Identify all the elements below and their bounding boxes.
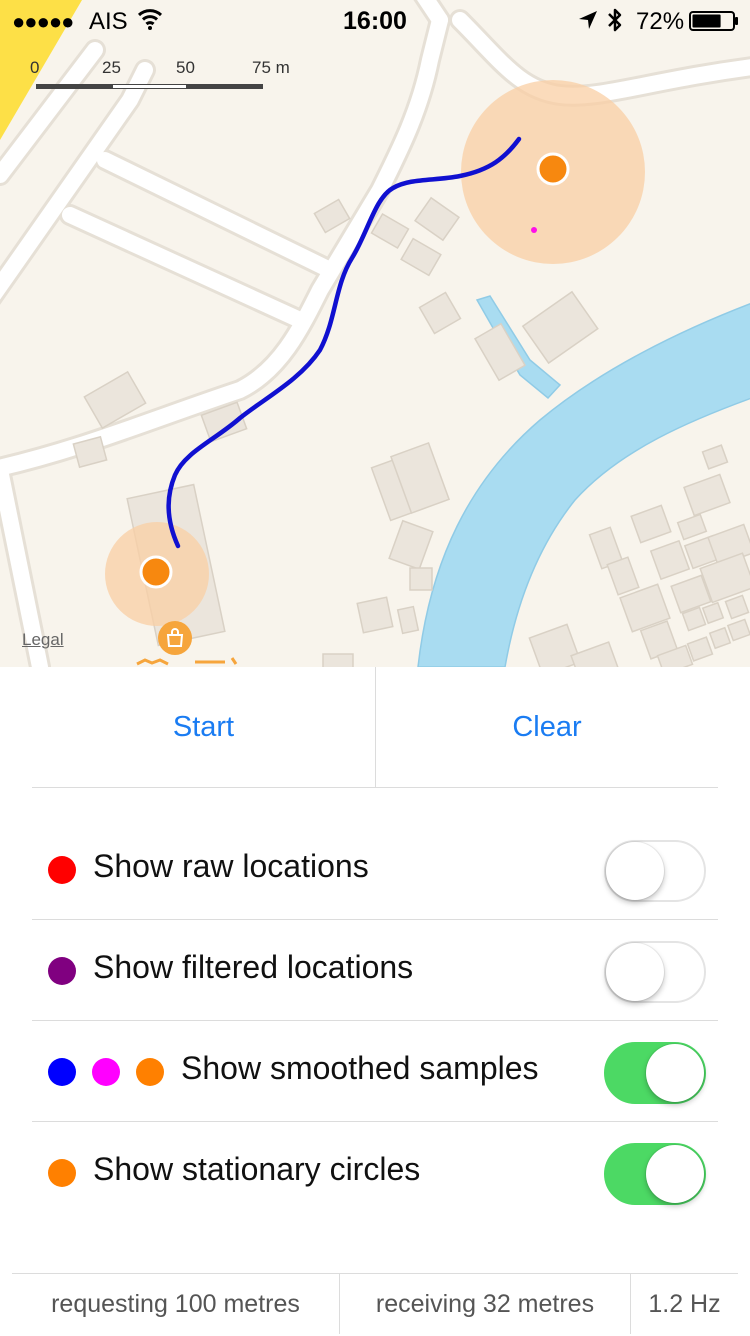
receiving-accuracy: receiving 32 metres xyxy=(375,1290,595,1318)
stationary-circles-toggle[interactable] xyxy=(604,1143,706,1205)
option-smoothed-samples: Show smoothed samples xyxy=(0,1022,750,1122)
divider xyxy=(32,919,718,920)
option-label: Show raw locations xyxy=(93,848,369,884)
location-arrow-icon xyxy=(579,11,597,29)
option-label: Show stationary circles xyxy=(93,1151,421,1187)
toggle-knob xyxy=(646,1044,704,1102)
sample-marker xyxy=(536,152,570,186)
status-bar: ●●●●● AIS 16:00 72% xyxy=(0,0,750,40)
map-background xyxy=(0,0,750,667)
clear-button[interactable]: Clear xyxy=(376,667,718,787)
divider xyxy=(32,787,718,788)
option-raw-locations: Show raw locations xyxy=(0,820,750,920)
map-view[interactable]: ●●●●● AIS 16:00 72% 0 25 50 75 m Legal xyxy=(0,0,750,667)
battery-percent: 72% xyxy=(636,8,685,35)
magenta-sample-dot xyxy=(531,227,537,233)
scale-label: 75 m xyxy=(252,58,290,77)
scale-label: 25 xyxy=(102,58,121,77)
divider xyxy=(32,1121,718,1122)
sample-marker xyxy=(139,555,173,589)
toggle-knob xyxy=(606,943,664,1001)
purple-dot-icon xyxy=(48,957,76,985)
bluetooth-icon xyxy=(608,8,622,32)
legal-link[interactable]: Legal xyxy=(22,630,64,650)
action-buttons: Start Clear xyxy=(0,667,750,788)
scale-label: 0 xyxy=(30,58,40,77)
option-label: Show filtered locations xyxy=(93,949,414,985)
requesting-accuracy: requesting 100 metres xyxy=(51,1290,300,1318)
start-button[interactable]: Start xyxy=(32,667,375,787)
battery-icon xyxy=(689,11,738,31)
scale-label: 50 xyxy=(176,58,195,77)
option-stationary-circles: Show stationary circles xyxy=(0,1123,750,1223)
shopping-bag-icon[interactable] xyxy=(158,621,192,655)
filtered-locations-toggle[interactable] xyxy=(604,941,706,1003)
option-label: Show smoothed samples xyxy=(181,1050,539,1086)
blue-dot-icon xyxy=(48,1058,76,1086)
toggle-knob xyxy=(646,1145,704,1203)
smoothed-samples-toggle[interactable] xyxy=(604,1042,706,1104)
orange-dot-icon xyxy=(48,1159,76,1187)
status-footer: requesting 100 metres receiving 32 metre… xyxy=(0,1273,750,1334)
divider xyxy=(32,1020,718,1021)
toggle-knob xyxy=(606,842,664,900)
red-dot-icon xyxy=(48,856,76,884)
raw-locations-toggle[interactable] xyxy=(604,840,706,902)
update-frequency: 1.2 Hz xyxy=(648,1290,721,1318)
magenta-dot-icon xyxy=(92,1058,120,1086)
orange-dot-icon xyxy=(136,1058,164,1086)
option-filtered-locations: Show filtered locations xyxy=(0,921,750,1021)
